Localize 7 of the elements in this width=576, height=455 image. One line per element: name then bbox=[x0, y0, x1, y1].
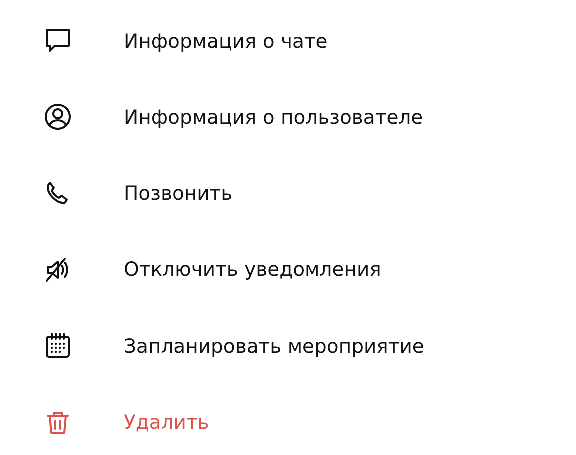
user-circle-icon bbox=[43, 102, 73, 132]
menu-item[interactable]: Информация о пользователе bbox=[0, 79, 576, 156]
menu-item[interactable]: Запланировать мероприятие bbox=[0, 308, 576, 384]
menu-item[interactable]: Позвонить bbox=[0, 156, 576, 232]
menu-item[interactable]: Удалить bbox=[0, 384, 576, 455]
menu-item[interactable]: Отключить уведомления bbox=[0, 232, 576, 308]
menu-item[interactable]: Информация о чате bbox=[0, 3, 576, 80]
